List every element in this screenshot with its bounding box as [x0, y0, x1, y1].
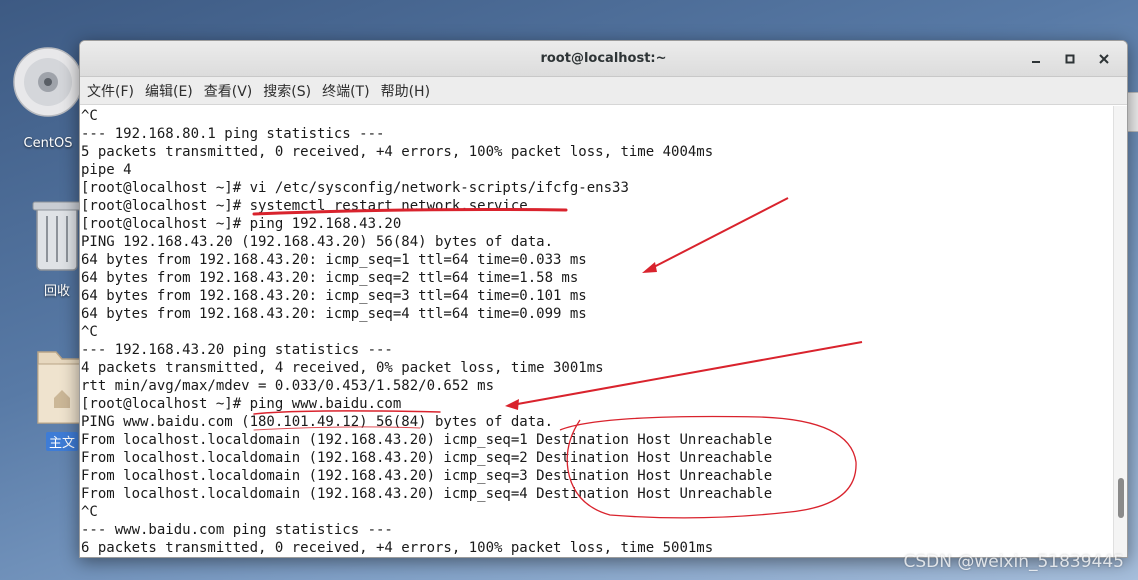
maximize-button[interactable] — [1053, 45, 1087, 73]
terminal-window: root@localhost:~ 文件(F) 编辑(E) 查看(V) 搜索(S)… — [79, 40, 1128, 558]
menu-bar: 文件(F) 编辑(E) 查看(V) 搜索(S) 终端(T) 帮助(H) — [80, 77, 1127, 105]
terminal-line: ^C — [81, 504, 98, 520]
menu-search[interactable]: 搜索(S) — [260, 81, 319, 101]
disc-icon — [13, 47, 83, 117]
scrollbar-thumb[interactable] — [1118, 478, 1124, 518]
menu-file[interactable]: 文件(F) — [84, 81, 142, 101]
desktop-icon-label: 主文 — [45, 432, 78, 451]
window-title: root@localhost:~ — [540, 51, 667, 66]
title-bar[interactable]: root@localhost:~ — [80, 41, 1127, 77]
maximize-icon — [1065, 54, 1075, 64]
terminal-line: From localhost.localdomain (192.168.43.2… — [81, 450, 773, 466]
terminal-line: 64 bytes from 192.168.43.20: icmp_seq=1 … — [81, 252, 587, 268]
menu-terminal[interactable]: 终端(T) — [319, 81, 377, 101]
terminal-scrollbar[interactable] — [1113, 106, 1127, 557]
terminal-line: [root@localhost ~]# systemctl restart ne… — [81, 198, 528, 214]
terminal-line: [root@localhost ~]# vi /etc/sysconfig/ne… — [81, 180, 629, 196]
trash-icon — [32, 201, 82, 271]
desktop-icon-centos[interactable]: CentOS — [13, 36, 83, 151]
terminal-line: --- 192.168.80.1 ping statistics --- — [81, 126, 385, 142]
terminal-line: ^C — [81, 324, 98, 340]
terminal-line: 64 bytes from 192.168.43.20: icmp_seq=2 … — [81, 270, 579, 286]
terminal-line: 64 bytes from 192.168.43.20: icmp_seq=4 … — [81, 306, 587, 322]
desktop-icon-label: 回收 — [43, 284, 70, 299]
close-button[interactable] — [1087, 45, 1121, 73]
terminal-output[interactable]: ^C --- 192.168.80.1 ping statistics --- … — [80, 106, 1115, 557]
terminal-line: rtt min/avg/max/mdev = 0.033/0.453/1.582… — [81, 378, 495, 394]
minimize-button[interactable] — [1019, 45, 1053, 73]
terminal-line: --- 192.168.43.20 ping statistics --- — [81, 342, 393, 358]
terminal-line: --- www.baidu.com ping statistics --- — [81, 522, 393, 538]
terminal-line: [root@localhost ~]# ping 192.168.43.20 — [81, 216, 402, 232]
menu-help[interactable]: 帮助(H) — [378, 81, 438, 101]
minimize-icon — [1032, 61, 1040, 63]
menu-edit[interactable]: 编辑(E) — [142, 81, 201, 101]
desktop-icon-label: CentOS — [23, 136, 73, 151]
terminal-line: [root@localhost ~]# ping www.baidu.com — [81, 396, 402, 412]
terminal-line: From localhost.localdomain (192.168.43.2… — [81, 468, 773, 484]
window-controls — [1019, 41, 1121, 77]
terminal-line: 4 packets transmitted, 4 received, 0% pa… — [81, 360, 604, 376]
terminal-line: 5 packets transmitted, 0 received, +4 er… — [81, 144, 714, 160]
terminal-line: From localhost.localdomain (192.168.43.2… — [81, 432, 773, 448]
terminal-line: PING 192.168.43.20 (192.168.43.20) 56(84… — [81, 234, 554, 250]
terminal-line: From localhost.localdomain (192.168.43.2… — [81, 486, 773, 502]
close-icon — [1099, 54, 1109, 64]
terminal-line: pipe 4 — [81, 162, 132, 178]
csdn-watermark: CSDN @weixin_51839445 — [903, 552, 1124, 572]
terminal-line: ^C — [81, 108, 98, 124]
terminal-line: PING www.baidu.com (180.101.49.12) 56(84… — [81, 414, 554, 430]
menu-view[interactable]: 查看(V) — [201, 81, 261, 101]
terminal-line: 64 bytes from 192.168.43.20: icmp_seq=3 … — [81, 288, 587, 304]
